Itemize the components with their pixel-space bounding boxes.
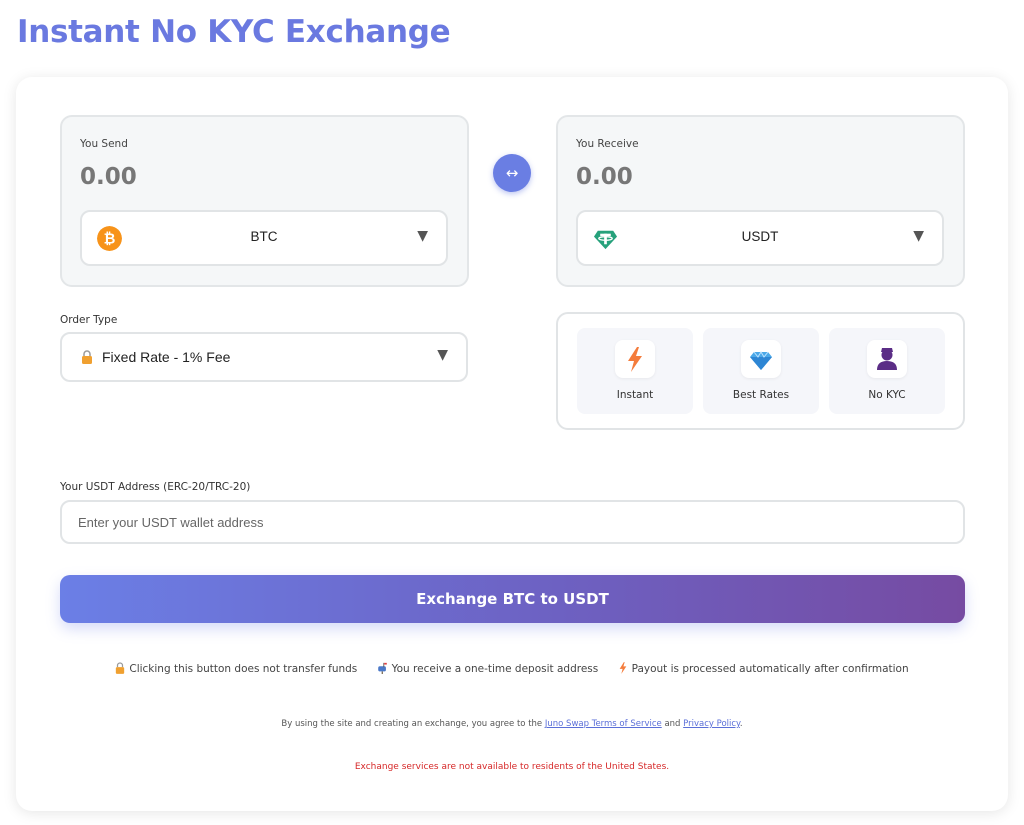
us-residents-warning: Exchange services are not available to r…	[354, 762, 670, 772]
lightning-icon	[619, 662, 626, 674]
mailbox-icon	[377, 662, 387, 674]
exchange-button[interactable]: Exchange BTC to USDT	[60, 575, 965, 623]
terms-prefix: By using the site and creating an exchan…	[281, 719, 543, 729]
feature-no-kyc: No KYC	[829, 328, 945, 414]
order-type-label: Order Type	[60, 314, 118, 326]
feature-instant: Instant	[577, 328, 693, 414]
feature-label: Instant	[616, 389, 654, 401]
chevron-down-icon: ▼	[417, 228, 428, 244]
receive-label: You Receive	[576, 138, 639, 150]
features-panel: Instant Best Rates No KYC	[556, 312, 965, 430]
note-item: Payout is processed automatically after …	[618, 662, 909, 675]
lock-icon	[82, 350, 92, 364]
order-type-select[interactable]: Fixed Rate - 1% Fee ▼	[60, 332, 468, 382]
terms-suffix: .	[739, 719, 743, 729]
note-item: Clicking this button does not transfer f…	[115, 662, 357, 675]
address-input[interactable]	[60, 500, 965, 544]
send-label: You Send	[80, 138, 128, 150]
receive-currency-value: USDT	[741, 229, 779, 244]
terms-text: By using the site and creating an exchan…	[0, 719, 1024, 729]
info-notes: Clicking this button does not transfer f…	[0, 662, 1024, 675]
send-currency-select[interactable]: ₿ BTC ▼	[80, 210, 448, 266]
terms-of-service-link[interactable]: Juno Swap Terms of Service	[545, 719, 662, 729]
terms-and: and	[664, 719, 681, 729]
feature-label: No KYC	[868, 389, 906, 401]
swap-button[interactable]: ↔	[493, 154, 531, 192]
address-label: Your USDT Address (ERC-20/TRC-20)	[60, 481, 251, 493]
receive-amount: 0.00	[576, 164, 633, 190]
note-text: Payout is processed automatically after …	[631, 663, 909, 675]
note-text: Clicking this button does not transfer f…	[129, 663, 358, 675]
feature-best-rates: Best Rates	[703, 328, 819, 414]
send-currency-value: BTC	[250, 229, 278, 244]
receive-currency-select[interactable]: USDT ▼	[576, 210, 944, 266]
note-item: You receive a one-time deposit address	[377, 662, 599, 675]
send-panel: You Send 0.00 ₿ BTC ▼	[60, 115, 469, 287]
diamond-icon	[741, 340, 781, 378]
send-amount-input[interactable]: 0.00	[80, 164, 137, 190]
feature-label: Best Rates	[732, 389, 790, 401]
receive-panel: You Receive 0.00 USDT ▼	[556, 115, 965, 287]
incognito-user-icon	[867, 340, 907, 378]
chevron-down-icon: ▼	[437, 347, 448, 363]
page-title: Instant No KYC Exchange	[17, 14, 451, 50]
privacy-policy-link[interactable]: Privacy Policy	[683, 719, 740, 729]
order-type-value: Fixed Rate - 1% Fee	[102, 349, 231, 365]
lightning-icon	[615, 340, 655, 378]
note-text: You receive a one-time deposit address	[391, 663, 599, 675]
lock-icon	[116, 662, 125, 674]
chevron-down-icon: ▼	[913, 228, 924, 244]
